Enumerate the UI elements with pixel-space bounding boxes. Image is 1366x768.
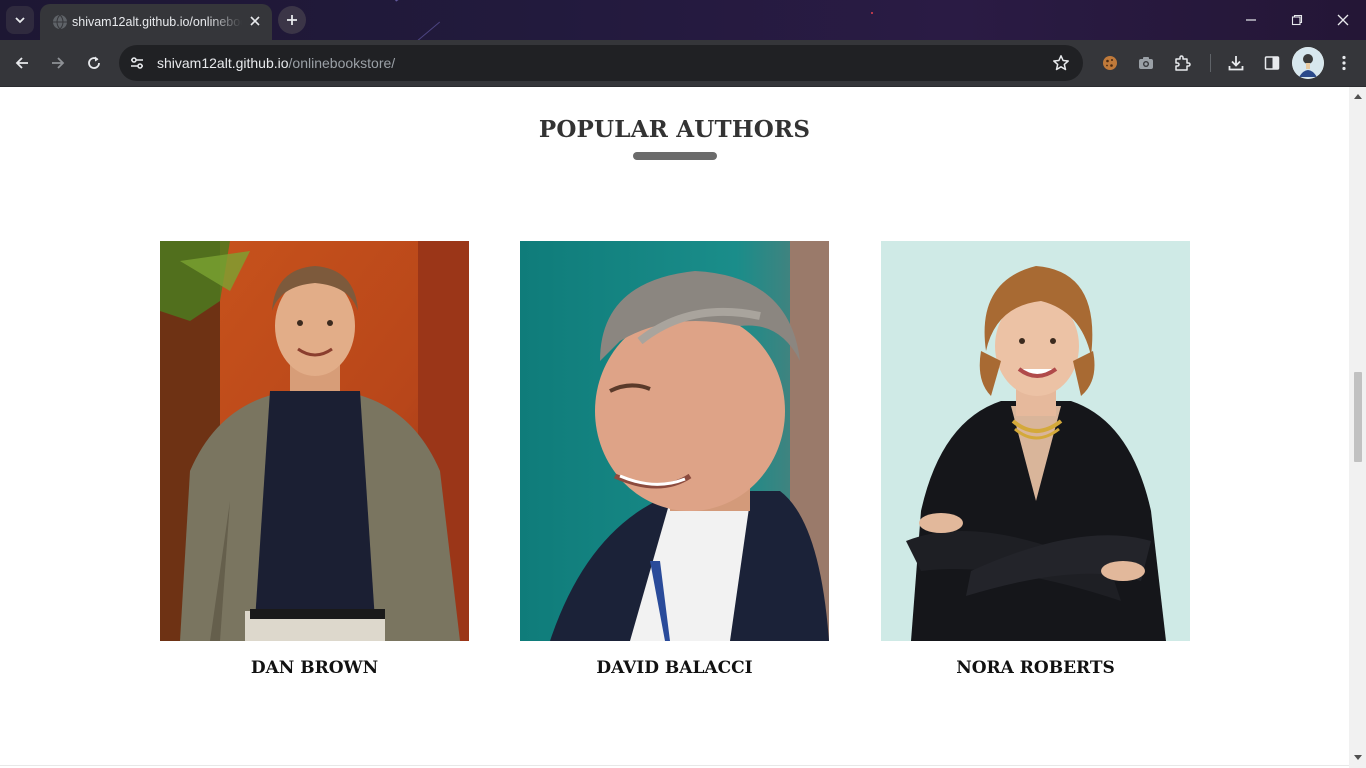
page-content: POPULAR AUTHORS DAN BROWN DAVID BALACCI … [0, 87, 1349, 768]
star-icon [1053, 55, 1069, 71]
restore-button[interactable] [1274, 0, 1320, 40]
arrow-right-icon [52, 57, 65, 69]
site-info-button[interactable] [123, 49, 151, 77]
author-name[interactable]: NORA ROBERTS [881, 658, 1190, 678]
scrollbar-thumb[interactable] [1354, 372, 1362, 462]
scroll-down-button[interactable] [1352, 752, 1363, 763]
close-icon [1337, 14, 1349, 26]
browser-toolbar: shivam12alt.github.io/onlinebookstore/ [0, 40, 1366, 86]
address-bar[interactable]: shivam12alt.github.io/onlinebookstore/ [119, 45, 1083, 81]
arrow-left-icon [15, 57, 28, 69]
chevron-down-icon [15, 17, 25, 24]
bookmark-button[interactable] [1047, 49, 1075, 77]
puzzle-icon [1175, 55, 1191, 71]
author-card[interactable]: DAN BROWN [160, 241, 469, 678]
tab-strip: shivam12alt.github.io/onlinebookstore/ [0, 0, 1366, 52]
author-photo[interactable] [520, 241, 829, 641]
restore-icon [1291, 14, 1303, 26]
tab-search-button[interactable] [6, 6, 34, 34]
cookie-extension-icon [1103, 56, 1117, 70]
author-photo[interactable] [160, 241, 469, 641]
kebab-menu-icon [1342, 55, 1346, 71]
forward-button[interactable] [42, 47, 74, 79]
tune-icon [131, 57, 143, 69]
new-tab-button[interactable] [278, 6, 306, 34]
back-button[interactable] [6, 47, 38, 79]
globe-icon [53, 14, 67, 30]
profile-avatar[interactable] [1292, 47, 1324, 79]
background-decoration [395, 0, 446, 2]
triangle-up-icon [1353, 93, 1362, 99]
active-tab[interactable]: shivam12alt.github.io/onlinebookstore/ [40, 4, 272, 40]
section-title: POPULAR AUTHORS [538, 116, 811, 143]
title-underline [633, 152, 717, 160]
avatar-icon [1292, 47, 1324, 79]
triangle-down-icon [1353, 754, 1362, 760]
url-host: shivam12alt.github.io [157, 55, 289, 71]
extensions-button[interactable] [1166, 47, 1198, 79]
download-icon [1228, 56, 1244, 71]
author-card[interactable]: NORA ROBERTS [881, 241, 1190, 678]
cookie-extension-button[interactable] [1094, 47, 1126, 79]
side-panel-icon [1264, 56, 1280, 70]
reload-button[interactable] [78, 47, 110, 79]
scroll-up-button[interactable] [1352, 90, 1363, 101]
author-name[interactable]: DAVID BALACCI [520, 658, 829, 678]
close-window-button[interactable] [1320, 0, 1366, 40]
author-card[interactable]: DAVID BALACCI [520, 241, 829, 678]
menu-button[interactable] [1328, 47, 1360, 79]
minimize-button[interactable] [1228, 0, 1274, 40]
camera-extension-icon [1139, 57, 1153, 69]
close-icon [250, 16, 260, 26]
reload-icon [88, 56, 100, 69]
tab-title: shivam12alt.github.io/onlinebookstore/ [72, 15, 242, 29]
page-scrollbar[interactable] [1349, 87, 1366, 768]
section-divider [0, 765, 1349, 766]
toolbar-divider [1210, 54, 1211, 72]
author-photo[interactable] [881, 241, 1190, 641]
author-name[interactable]: DAN BROWN [160, 658, 469, 678]
background-star [871, 12, 873, 14]
close-tab-button[interactable] [246, 12, 264, 30]
camera-extension-button[interactable] [1130, 47, 1162, 79]
downloads-button[interactable] [1220, 47, 1252, 79]
url-text: shivam12alt.github.io/onlinebookstore/ [157, 54, 395, 72]
url-path: /onlinebookstore/ [288, 55, 396, 71]
plus-icon [287, 15, 297, 25]
minimize-icon [1246, 19, 1256, 21]
side-panel-button[interactable] [1256, 47, 1288, 79]
